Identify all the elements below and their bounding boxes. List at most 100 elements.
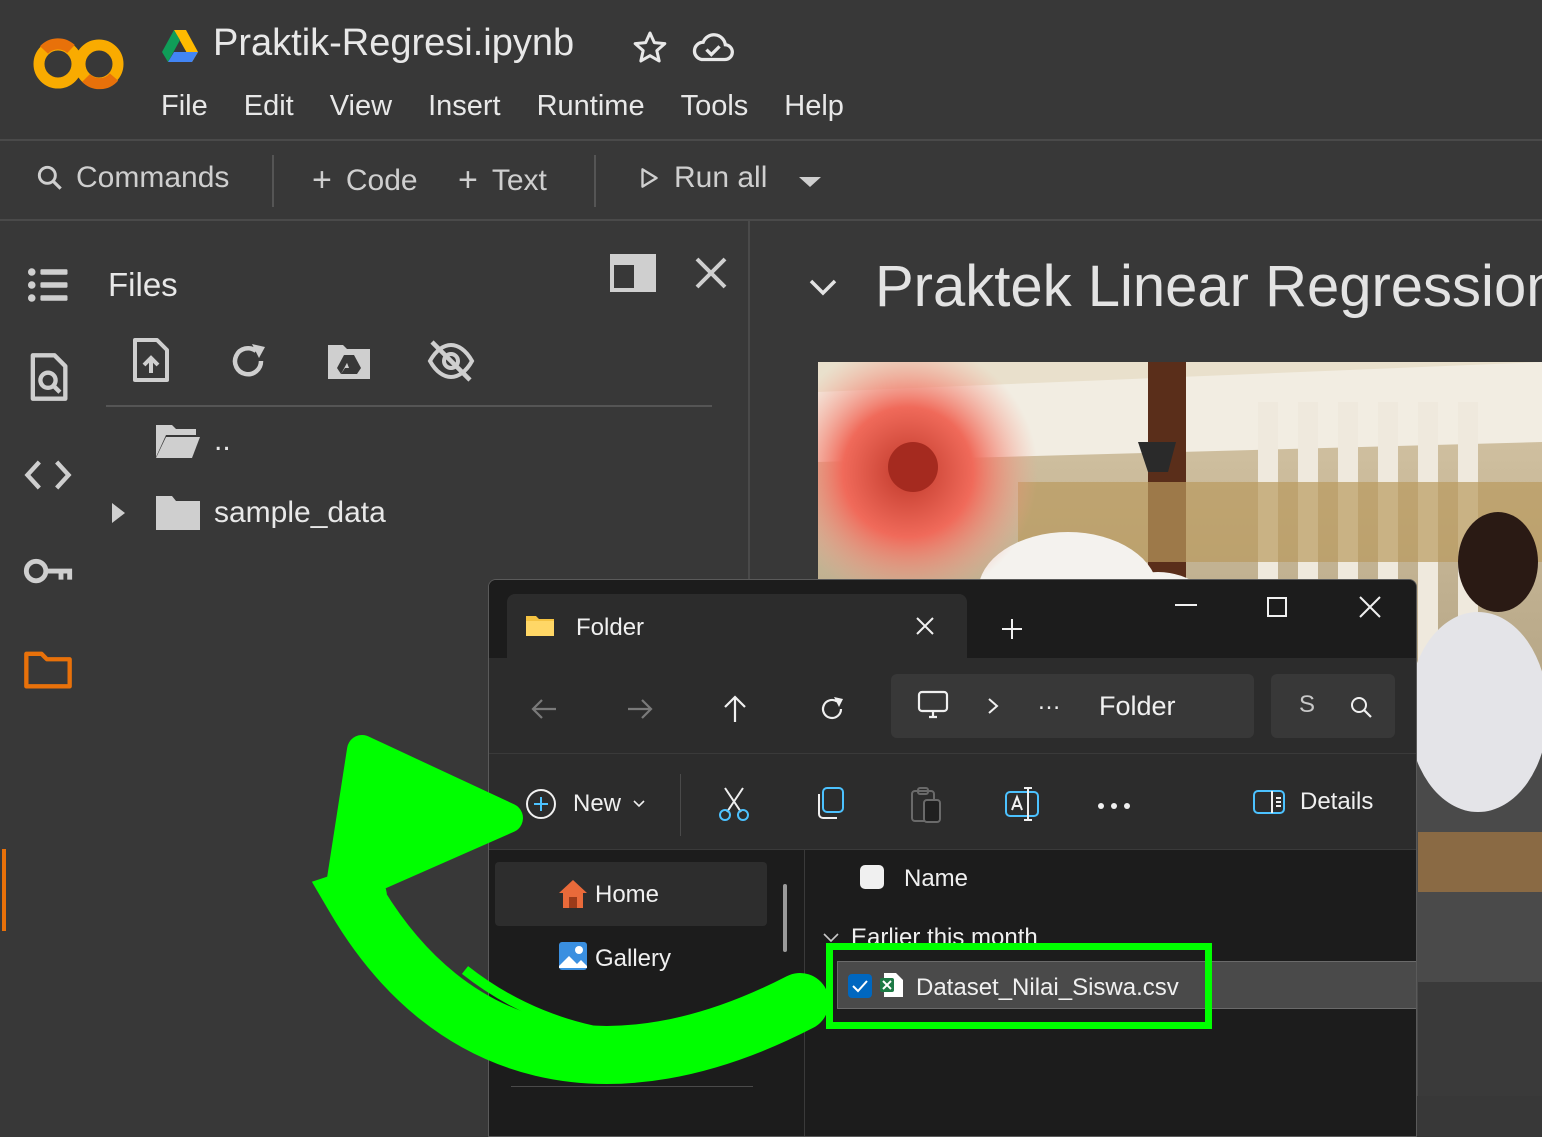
refresh-icon[interactable] — [819, 696, 845, 722]
back-arrow-icon[interactable] — [531, 698, 557, 720]
toolbar-divider — [272, 155, 274, 207]
table-of-contents-icon[interactable] — [22, 259, 74, 311]
paste-icon[interactable] — [910, 786, 942, 824]
nav-scrollbar[interactable] — [783, 884, 787, 952]
breadcrumb-folder[interactable]: Folder — [1099, 691, 1176, 722]
menu-help[interactable]: Help — [784, 90, 844, 123]
search-placeholder: S — [1299, 691, 1316, 718]
home-icon — [559, 880, 587, 908]
new-label: New — [573, 790, 622, 817]
colab-logo[interactable] — [32, 28, 128, 98]
nav-label-gallery: Gallery — [595, 945, 672, 972]
files-divider — [106, 405, 712, 407]
menu-file[interactable]: File — [161, 90, 208, 123]
menu-runtime[interactable]: Runtime — [537, 90, 645, 123]
nav-item-home[interactable]: Home — [495, 862, 767, 926]
breadcrumb-overflow[interactable]: … — [1037, 688, 1061, 716]
command-divider — [680, 774, 681, 836]
file-explorer-window: Folder … Folder S New Details Home Galle… — [488, 579, 1417, 1137]
nav-divider — [511, 1086, 753, 1087]
close-tab-icon[interactable] — [915, 616, 935, 636]
notebook-toolbar: Commands + Code + Text Run all — [0, 143, 1542, 221]
select-all-checkbox[interactable] — [859, 864, 885, 890]
folder-name: sample_data — [214, 496, 386, 529]
menu-tools[interactable]: Tools — [681, 90, 749, 123]
collapse-section-icon[interactable] — [808, 277, 838, 297]
copy-icon[interactable] — [814, 786, 846, 820]
maximize-icon[interactable] — [1267, 597, 1287, 617]
folder-open-icon — [156, 425, 200, 458]
file-row-sample-data[interactable]: sample_data — [108, 493, 386, 533]
cloud-saved-icon[interactable] — [690, 28, 736, 68]
refresh-icon[interactable] — [228, 341, 268, 381]
menu-bar: File Edit View Insert Runtime Tools Help — [161, 90, 880, 123]
chevron-down-icon[interactable] — [823, 933, 839, 943]
tab-label: Folder — [576, 614, 645, 641]
parent-directory-row[interactable]: .. — [154, 421, 231, 461]
chevron-right-icon — [988, 698, 999, 714]
cut-icon[interactable] — [717, 786, 751, 822]
menu-insert[interactable]: Insert — [428, 90, 501, 123]
explorer-command-bar: New Details — [489, 754, 1416, 850]
search-box[interactable]: S — [1271, 674, 1395, 738]
add-code-button[interactable]: + Code — [312, 161, 418, 200]
plus-icon: + — [458, 161, 478, 199]
code-snippets-icon[interactable] — [22, 449, 74, 501]
hide-files-icon[interactable] — [426, 339, 476, 383]
explorer-titlebar: Folder — [489, 580, 1416, 658]
find-in-file-icon[interactable] — [22, 351, 74, 403]
section-heading: Praktek Linear Regression — [875, 254, 1542, 319]
explorer-tab[interactable]: Folder — [507, 594, 967, 658]
new-button[interactable]: New — [525, 788, 645, 820]
details-button[interactable]: Details — [1252, 788, 1373, 816]
menu-view[interactable]: View — [330, 90, 392, 123]
commands-label: Commands — [76, 161, 230, 194]
run-all-button[interactable]: Run all — [636, 161, 767, 195]
parent-dir-label: .. — [214, 424, 231, 457]
details-label: Details — [1300, 788, 1374, 815]
new-tab-icon[interactable] — [1001, 618, 1023, 640]
gallery-icon — [559, 942, 587, 970]
upload-file-icon[interactable] — [132, 337, 170, 383]
commands-button[interactable]: Commands — [34, 161, 229, 195]
chevron-down-icon[interactable] — [796, 171, 824, 191]
folder-icon — [156, 496, 200, 530]
search-icon — [37, 165, 62, 190]
file-highlight-box — [826, 943, 1212, 1029]
computer-icon — [917, 690, 949, 719]
nav-label-home: Home — [595, 881, 660, 908]
code-label: Code — [345, 163, 418, 197]
navigation-pane: Home Gallery — [489, 850, 805, 1136]
files-title: Files — [108, 266, 178, 303]
plus-icon: + — [312, 161, 332, 199]
minimize-icon[interactable] — [1175, 604, 1197, 608]
key-icon[interactable] — [22, 545, 74, 597]
nav-item-gallery[interactable]: Gallery — [495, 926, 767, 990]
chevron-down-icon — [633, 800, 645, 808]
mount-drive-icon[interactable] — [326, 341, 372, 381]
expand-arrow-icon[interactable] — [108, 500, 130, 526]
close-window-icon[interactable] — [1359, 596, 1381, 618]
up-arrow-icon[interactable] — [723, 695, 747, 723]
column-header-name[interactable]: Name — [904, 865, 968, 893]
close-icon[interactable] — [694, 256, 728, 290]
rename-icon[interactable] — [1004, 786, 1040, 822]
text-label: Text — [491, 163, 547, 197]
add-text-button[interactable]: + Text — [458, 161, 547, 200]
notebook-title[interactable]: Praktik-Regresi.ipynb — [213, 22, 574, 65]
add-circle-icon — [526, 789, 556, 819]
run-all-label: Run all — [674, 161, 768, 194]
search-icon — [1351, 697, 1372, 718]
folder-icon[interactable] — [22, 643, 74, 695]
play-icon — [641, 168, 658, 188]
toolbar-divider — [594, 155, 596, 207]
folder-icon — [526, 616, 554, 636]
more-options-icon[interactable] — [1097, 802, 1131, 810]
side-rail — [0, 221, 96, 1137]
address-bar[interactable]: … Folder — [891, 674, 1254, 738]
star-icon[interactable] — [630, 28, 670, 68]
forward-arrow-icon[interactable] — [627, 698, 653, 720]
menu-edit[interactable]: Edit — [244, 90, 294, 123]
google-drive-icon[interactable] — [160, 28, 200, 64]
open-in-window-icon[interactable] — [610, 254, 656, 292]
